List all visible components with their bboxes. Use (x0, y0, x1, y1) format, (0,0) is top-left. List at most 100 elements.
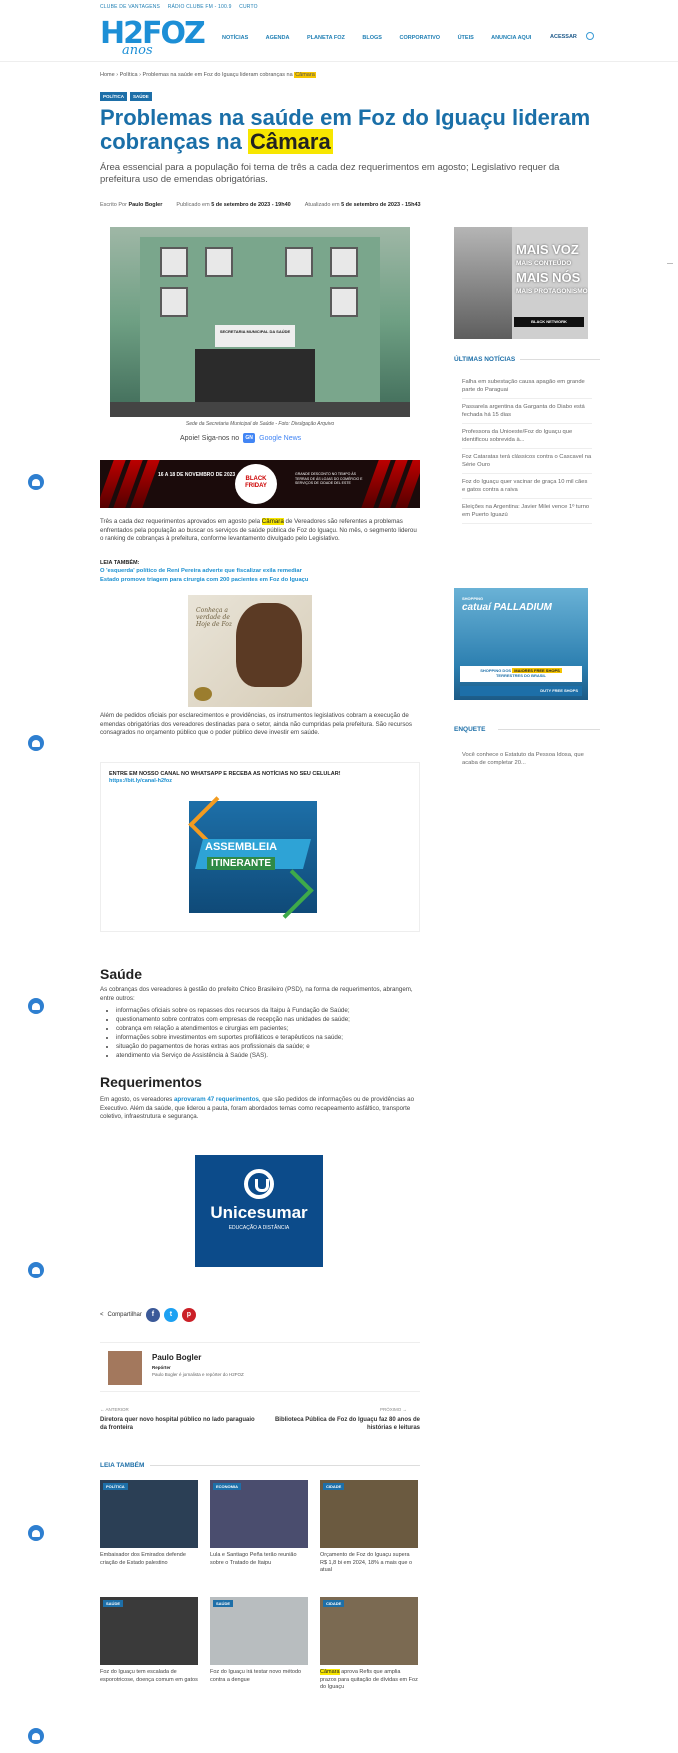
chat-bubble-icon[interactable] (28, 474, 44, 490)
site-logo[interactable]: H2FOZ anos (100, 18, 206, 59)
category-politica[interactable]: POLÍTICA (100, 92, 127, 101)
breadcrumb-current: Problemas na saúde em Foz do Iguaçu lide… (142, 72, 293, 78)
nav-uteis[interactable]: ÚTEIS (458, 35, 474, 41)
leia-tambem-label: LEIA TAMBÉM: (100, 560, 140, 566)
twitter-icon[interactable]: t (163, 1308, 178, 1322)
topbar-link-curto[interactable]: CURTO (239, 4, 258, 10)
latest-news-title: ÚLTIMAS NOTÍCIAS (454, 356, 516, 363)
related-card-tag: CIDADE (323, 1600, 345, 1607)
building-sign: SECRETARIA MUNICIPAL DA SAÚDE (215, 325, 295, 347)
facebook-icon[interactable]: f (145, 1308, 160, 1322)
next-post-link[interactable]: Biblioteca Pública de Foz do Iguaçu faz … (260, 1416, 420, 1432)
chat-bubble-icon[interactable] (28, 1728, 44, 1744)
related-card[interactable]: POLÍTICA Embaixador dos Emirados defende… (100, 1480, 198, 1567)
hero-caption: Sede da Secretaria Municipal de Saúde - … (185, 421, 335, 427)
meta-published: Publicado em 5 de setembro de 2023 - 19h… (176, 202, 290, 208)
sidebar-ad-blacknetwork[interactable]: MAIS VOZ MAIS CONTEÚDO MAIS NÓS MAIS PRO… (454, 227, 588, 339)
list-item: situação do pagamentos de horas extras a… (116, 1042, 418, 1051)
ad-assembleia[interactable]: ASSEMBLEIA ITINERANTE (188, 796, 317, 919)
ad-woman-photo (454, 227, 512, 339)
requerimentos-paragraph: Em agosto, os vereadores aprovaram 47 re… (100, 1096, 420, 1122)
related-card-tag: SAÚDE (213, 1600, 234, 1607)
nav-noticias[interactable]: NOTÍCIAS (222, 35, 248, 41)
related-card-title[interactable]: Foz do Iguaçu irá testar novo método con… (210, 1669, 308, 1684)
pinterest-icon[interactable]: p (181, 1308, 196, 1322)
breadcrumb-sep: › (116, 72, 119, 78)
related-card-image: SAÚDE (210, 1597, 308, 1665)
latest-news-item[interactable]: Professora da Unioeste/Foz do Iguaçu que… (462, 429, 592, 449)
banner-desc: GRANDE DESCONTO NO TEMPO ÀS TERRAS DE ÁS… (295, 472, 363, 485)
author-label: Escrito Por (100, 202, 127, 208)
related-card[interactable]: SAÚDE Foz do Iguaçu irá testar novo méto… (210, 1597, 308, 1684)
list-item: informações oficiais sobre os repasses d… (116, 1006, 418, 1015)
related-card-title[interactable]: Embaixador dos Emirados defende criação … (100, 1552, 198, 1567)
ad-itinerante-text: ITINERANTE (207, 857, 275, 870)
req-link[interactable]: aprovaram 47 requerimentos (174, 1096, 259, 1103)
search-icon[interactable] (586, 32, 594, 40)
related-card[interactable]: CIDADE Orçamento de Foz do Iguaçu supera… (320, 1480, 418, 1575)
window (205, 247, 233, 277)
topbar-link-clube[interactable]: CLUBE DE VANTAGENS (100, 4, 160, 10)
ad-catuai-strip: SHOPPING DOS MAIORES FREE SHOPS TERRESTRE… (460, 666, 582, 682)
related-card-title[interactable]: Lula e Santiago Peña terão reunião sobre… (210, 1552, 308, 1567)
black-friday-banner[interactable]: 16 A 18 DE NOVEMBRO DE 2023 BLACK FRIDAY… (100, 460, 420, 508)
list-item: cobrança em relação a atendimentos e cir… (116, 1024, 418, 1033)
ad-headline: MAIS VOZ (516, 242, 579, 257)
latest-news-item[interactable]: Passarela argentina da Garganta do Diabo… (462, 404, 592, 424)
nav-corporativo[interactable]: CORPORATIVO (400, 35, 441, 41)
login-link[interactable]: ACESSAR (550, 34, 577, 40)
related-card-title[interactable]: Orçamento de Foz do Iguaçu supera R$ 1,8… (320, 1552, 418, 1575)
breadcrumb-home[interactable]: Home (100, 72, 115, 78)
author-box-role: Repórter (152, 1365, 171, 1370)
related-card-tag: POLÍTICA (103, 1483, 128, 1490)
leia-link-1[interactable]: O 'esquerda' político de Reni Pereira ad… (100, 568, 302, 574)
related-card[interactable]: SAÚDE Foz do Iguaçu tem escalada de espo… (100, 1597, 198, 1684)
latest-news-item[interactable]: Falha em subestação causa apagão em gran… (462, 379, 592, 399)
avatar[interactable] (108, 1351, 142, 1385)
ad-logo (194, 687, 212, 701)
nav-anuncia[interactable]: ANUNCIA AQUI (491, 35, 531, 41)
ad-banner-child[interactable]: Conheça a verdade de Hoje de Foz (188, 595, 312, 707)
window (160, 247, 188, 277)
section-heading-requerimentos: Requerimentos (100, 1074, 202, 1090)
author-name[interactable]: Paulo Bogler (128, 202, 162, 208)
chat-bubble-icon[interactable] (28, 1525, 44, 1541)
chat-bubble-icon[interactable] (28, 735, 44, 751)
related-card[interactable]: ECONOMIA Lula e Santiago Peña terão reun… (210, 1480, 308, 1567)
ad-unicesumar[interactable]: Unicesumar EDUCAÇÃO A DISTÂNCIA (195, 1155, 323, 1267)
whatsapp-link[interactable]: https://bit.ly/canal-h2foz (109, 778, 172, 784)
nav-agenda[interactable]: AGENDA (266, 35, 290, 41)
breadcrumb-section[interactable]: Política (120, 72, 138, 78)
gnews-link[interactable]: Google News (259, 435, 301, 442)
nav-blogs[interactable]: BLOGS (362, 35, 382, 41)
latest-news-item[interactable]: Eleições na Argentina: Javier Milei venc… (462, 504, 592, 524)
nav-planeta-foz[interactable]: PLANETA FOZ (307, 35, 345, 41)
ad-catuai-brand: catuaí PALLADIUM (462, 602, 552, 613)
sidebar-ad-catuai[interactable]: SHOPPING catuaí PALLADIUM SHOPPING DOS M… (454, 588, 588, 700)
enquete-text[interactable]: Você conhece o Estatuto da Pessoa Idosa,… (462, 752, 592, 767)
related-card-image: ECONOMIA (210, 1480, 308, 1548)
latest-news-item[interactable]: Foz Cataratas terá clássicos contra o Ca… (462, 454, 592, 474)
author-box-name[interactable]: Paulo Bogler (152, 1353, 201, 1362)
chat-bubble-icon[interactable] (28, 998, 44, 1014)
google-news-cta[interactable]: Apoie! Siga-nos no GN Google News (180, 433, 301, 443)
ad-assembleia-text: ASSEMBLEIA (205, 841, 278, 853)
related-card[interactable]: CIDADE Câmara aprova Refis que amplia pr… (320, 1597, 418, 1692)
share-bar: < Compartilhar f t p (100, 1308, 196, 1322)
related-card-tag: SAÚDE (103, 1600, 124, 1607)
p1-highlight[interactable]: Câmara (261, 518, 284, 525)
related-card-tag: ECONOMIA (213, 1483, 241, 1490)
meta-updated: Atualizado em 5 de setembro de 2023 - 15… (305, 202, 421, 208)
latest-news-item[interactable]: Foz do Iguaçu quer vacinar de graça 10 m… (462, 479, 592, 499)
ad-subline-2: MAIS PROTAGONISMO (516, 288, 588, 295)
scrollbar-thumb[interactable] (667, 263, 673, 264)
leia-link-2[interactable]: Estado promove triagem para cirurgia com… (100, 577, 308, 583)
topbar-link-radio[interactable]: RÁDIO CLUBE FM - 100.9 (168, 4, 232, 10)
category-saude[interactable]: SAÚDE (130, 92, 152, 101)
related-card-title[interactable]: Câmara aprova Refis que amplia prazos pa… (320, 1669, 418, 1692)
req-text: Em agosto, os vereadores (100, 1096, 173, 1103)
related-card-title[interactable]: Foz do Iguaçu tem escalada de esporotric… (100, 1669, 198, 1684)
ad-catuai-kicker: SHOPPING (462, 596, 484, 601)
prev-post-link[interactable]: Diretora quer novo hospital público no l… (100, 1416, 260, 1432)
chat-bubble-icon[interactable] (28, 1262, 44, 1278)
